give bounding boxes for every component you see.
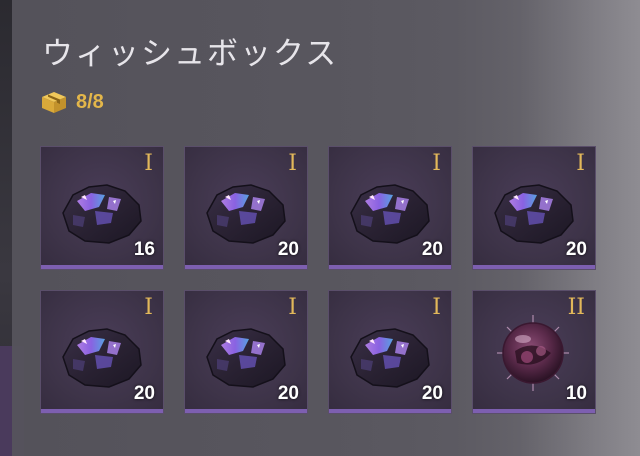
item-quantity: 16 [133, 239, 155, 260]
tier-label: I [144, 295, 153, 320]
item-slot[interactable]: II 10 [472, 290, 596, 414]
item-grid: I 16 I 20 I 20 I 20 I 20 I 20 I 20 II 10 [40, 146, 596, 414]
tier-label: II [567, 295, 585, 320]
tier-label: I [576, 151, 585, 176]
box-icon [42, 92, 66, 113]
panel-title: ウィッシュボックス [42, 36, 339, 72]
item-quantity: 10 [565, 383, 587, 404]
tier-label: I [288, 151, 297, 176]
tier-label: I [432, 151, 441, 176]
item-slot[interactable]: I 20 [472, 146, 596, 270]
capacity-indicator: 8/8 [40, 90, 104, 114]
tier-label: I [288, 295, 297, 320]
item-quantity: 20 [277, 239, 299, 260]
capacity-count: 8/8 [76, 90, 104, 113]
item-quantity: 20 [133, 383, 155, 404]
item-slot[interactable]: I 20 [328, 146, 452, 270]
item-quantity: 20 [277, 383, 299, 404]
item-slot[interactable]: I 20 [184, 146, 308, 270]
item-slot[interactable]: I 20 [184, 290, 308, 414]
item-slot[interactable]: I 16 [40, 146, 164, 270]
item-quantity: 20 [565, 239, 587, 260]
item-quantity: 20 [421, 383, 443, 404]
tier-label: I [432, 295, 441, 320]
item-quantity: 20 [421, 239, 443, 260]
item-slot[interactable]: I 20 [328, 290, 452, 414]
item-slot[interactable]: I 20 [40, 290, 164, 414]
tier-label: I [144, 151, 153, 176]
